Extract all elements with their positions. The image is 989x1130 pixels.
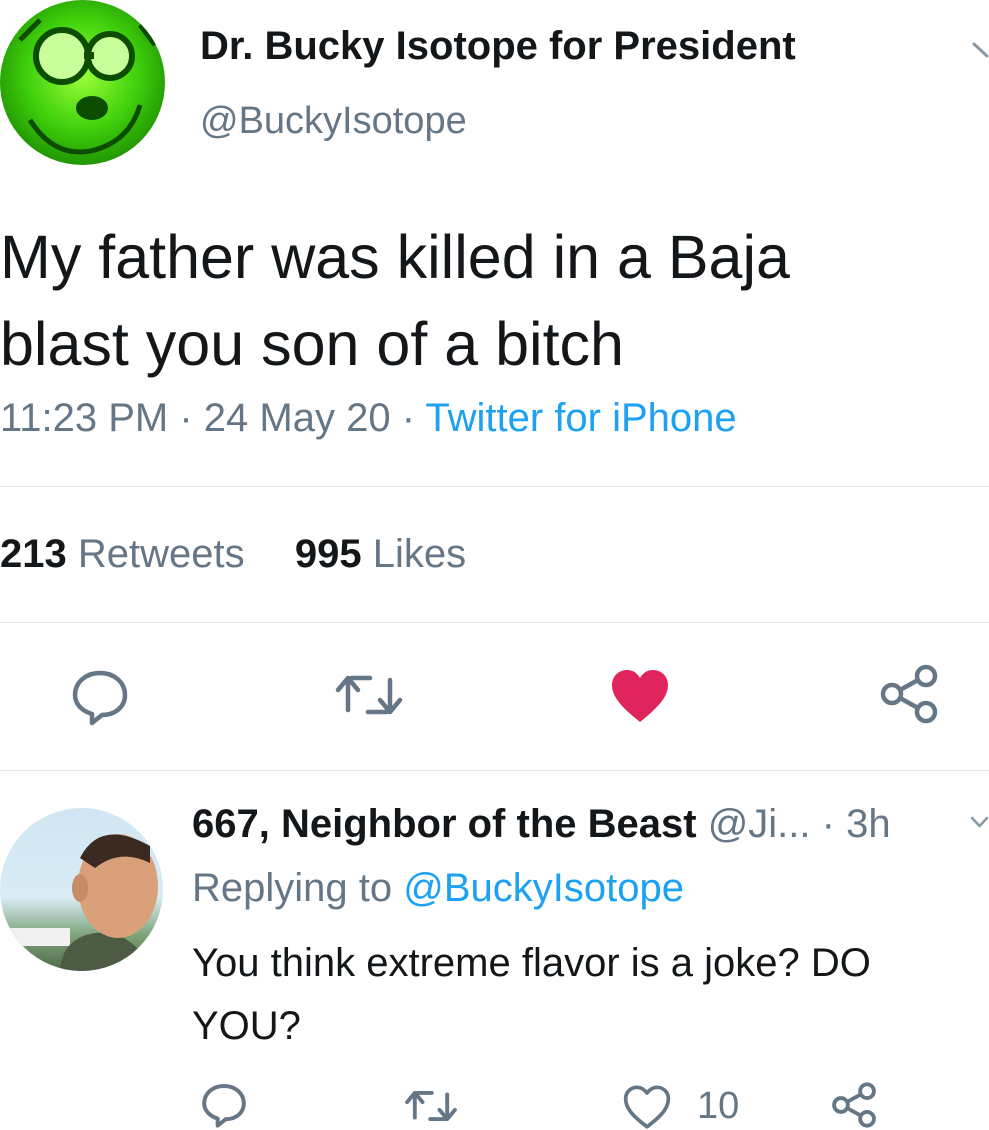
reply-text: You think extreme flavor is a joke? DO Y… [192, 941, 871, 1048]
share-icon[interactable] [830, 1082, 878, 1128]
reply-handle[interactable]: @Ji... [708, 802, 811, 846]
like-icon[interactable] [622, 1084, 672, 1130]
reply-icon[interactable] [200, 1082, 248, 1128]
tweet-date[interactable]: 24 May 20 [204, 396, 391, 440]
avatar-image [18, 18, 157, 155]
replying-to: Replying to @BuckyIsotope [192, 866, 684, 911]
chevron-down-icon[interactable] [972, 36, 989, 66]
likes-count: 995 [294, 532, 362, 576]
retweet-icon[interactable] [334, 670, 404, 720]
tweet-source[interactable]: Twitter for iPhone [425, 396, 736, 440]
display-name[interactable]: Dr. Bucky Isotope for President [200, 24, 796, 69]
meta-separator: · [810, 802, 847, 846]
tweet-meta: 11:23 PM · 24 May 20 · Twitter for iPhon… [0, 396, 737, 441]
tweet-text: My father was killed in a Baja blast you… [0, 223, 790, 378]
reply-icon[interactable] [70, 668, 130, 726]
meta-separator: · [168, 396, 204, 440]
like-icon[interactable] [610, 668, 670, 724]
tweet-stats: 213 Retweets 995 Likes [0, 532, 466, 577]
reply-display-name[interactable]: 667, Neighbor of the Beast [192, 802, 697, 846]
retweets-label: Retweets [77, 532, 245, 576]
divider [0, 622, 989, 623]
avatar[interactable] [0, 0, 165, 165]
retweets-stat[interactable]: 213 Retweets [0, 532, 245, 576]
replying-mention[interactable]: @BuckyIsotope [403, 866, 684, 910]
reply-header: 667, Neighbor of the Beast @Ji... · 3h [192, 802, 891, 847]
tweet-time[interactable]: 11:23 PM [0, 396, 168, 440]
retweet-icon[interactable] [404, 1086, 458, 1126]
share-icon[interactable] [878, 664, 940, 724]
retweets-count: 213 [0, 532, 67, 576]
likes-stat[interactable]: 995 Likes [295, 532, 466, 576]
meta-separator: · [390, 396, 426, 440]
divider [0, 486, 989, 487]
chevron-down-icon[interactable] [970, 814, 989, 830]
reply-age[interactable]: 3h [846, 802, 891, 846]
reply-avatar[interactable] [0, 808, 163, 971]
reply-like-count: 10 [697, 1085, 740, 1127]
likes-label: Likes [372, 532, 467, 576]
replying-prefix: Replying to [192, 866, 393, 910]
avatar-image [10, 834, 158, 971]
user-handle[interactable]: @BuckyIsotope [200, 100, 467, 143]
divider [0, 770, 989, 771]
